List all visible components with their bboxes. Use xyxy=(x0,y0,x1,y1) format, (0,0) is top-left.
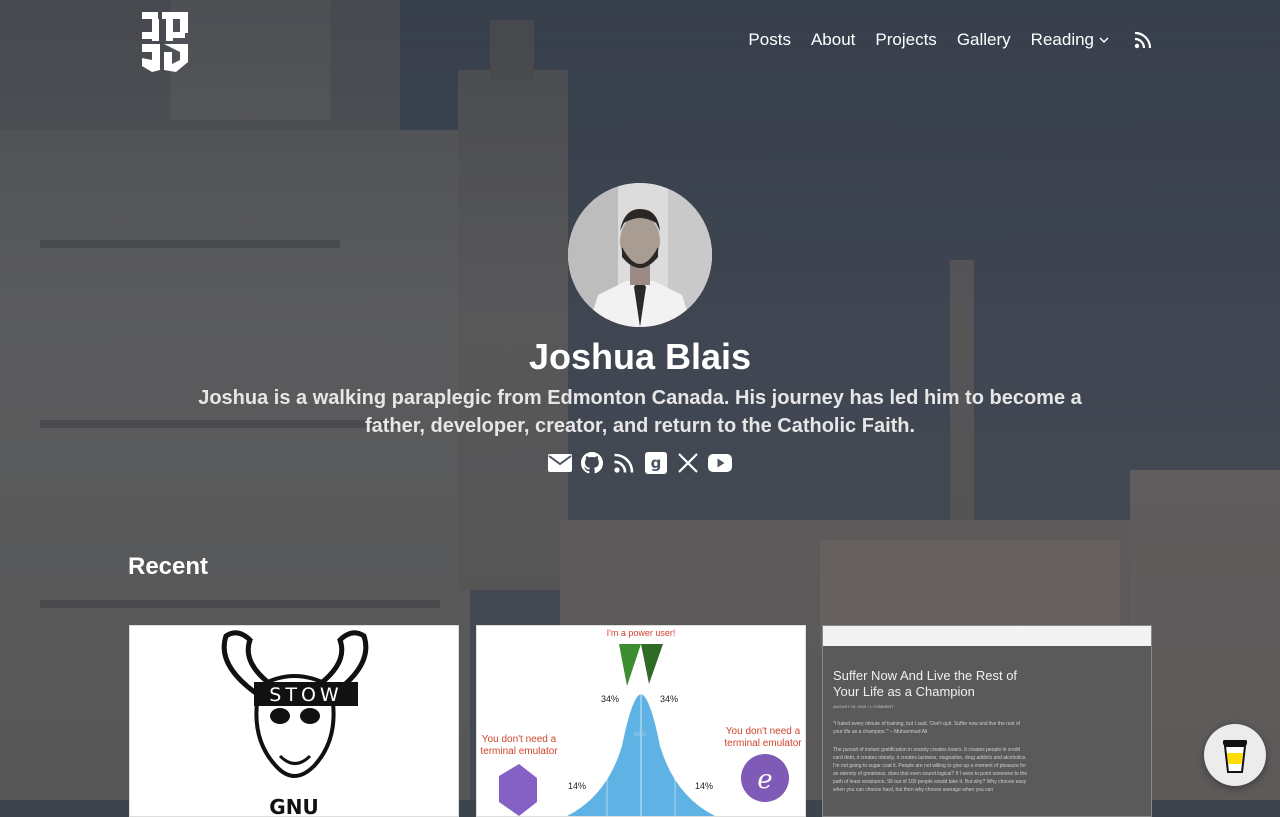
nav-rss-link[interactable] xyxy=(1134,31,1152,49)
nav-about[interactable]: About xyxy=(811,30,855,50)
recent-post-card[interactable]: STOW GNU xyxy=(129,625,459,817)
github-link[interactable] xyxy=(580,450,604,476)
buy-me-a-coffee-button[interactable] xyxy=(1204,724,1266,786)
goodreads-link[interactable]: g xyxy=(644,450,668,476)
nav-gallery[interactable]: Gallery xyxy=(957,30,1011,50)
rss-icon xyxy=(614,453,634,473)
pct-center: 68% xyxy=(634,732,647,738)
avatar xyxy=(568,183,712,327)
rss-link[interactable] xyxy=(612,450,636,476)
recent-post-card[interactable]: Suffer Now And Live the Rest of Your Lif… xyxy=(822,625,1152,817)
recent-heading: Recent xyxy=(128,553,209,580)
bell-curve-meme: e xyxy=(499,644,789,816)
nav-reading-label: Reading xyxy=(1030,30,1094,49)
svg-text:g: g xyxy=(651,454,662,472)
x-link[interactable] xyxy=(676,450,700,476)
recent-post-card[interactable]: I'm a power user! e You don't need a ter… xyxy=(476,625,806,817)
card3-post-quote: "I hated every minute of training, but I… xyxy=(833,721,1021,735)
gnu-stow-thumbnail: STOW GNU xyxy=(130,626,458,816)
card3-post-body: The pursuit of instant gratification in … xyxy=(833,747,1028,793)
meme-left-label: You don't need a terminal emulator xyxy=(480,734,558,757)
jb-logo-icon xyxy=(142,12,188,72)
screenshot-toolbar xyxy=(823,626,1151,646)
profile-bio: Joshua is a walking paraplegic from Edmo… xyxy=(198,387,1082,437)
stow-text: STOW xyxy=(269,684,342,706)
goodreads-icon: g xyxy=(645,452,667,474)
chevron-down-icon xyxy=(1099,37,1109,44)
github-icon xyxy=(581,452,603,474)
youtube-icon xyxy=(708,454,732,472)
youtube-link[interactable] xyxy=(708,450,732,476)
email-icon xyxy=(548,454,572,472)
pct-left-top: 34% xyxy=(601,694,620,704)
pct-left-bottom: 14% xyxy=(568,781,587,791)
coffee-cup-icon xyxy=(1223,740,1247,773)
gnu-text: GNU xyxy=(269,795,318,816)
x-icon xyxy=(678,453,698,473)
meme-right-label: You don't need a terminal emulator xyxy=(724,726,802,749)
nav-posts[interactable]: Posts xyxy=(748,30,791,50)
card3-post-title: Suffer Now And Live the Rest of Your Lif… xyxy=(833,668,1018,699)
svg-text:e: e xyxy=(757,765,772,795)
card3-post-meta: AUGUST 19, 2019 / 1 COMMENT xyxy=(833,704,894,709)
pct-right-top: 34% xyxy=(660,694,679,704)
email-link[interactable] xyxy=(548,450,572,476)
nav-projects[interactable]: Projects xyxy=(875,30,936,50)
nav-reading[interactable]: Reading xyxy=(1031,30,1110,50)
vim-logo-icon xyxy=(619,644,641,686)
rss-icon xyxy=(1134,31,1152,49)
social-links: g xyxy=(0,450,1280,476)
site-logo[interactable] xyxy=(140,10,190,74)
profile-photo xyxy=(568,183,712,327)
main-nav: Posts About Projects Gallery Reading xyxy=(748,30,1152,50)
visual-studio-logo-icon xyxy=(499,764,537,816)
profile-name: Joshua Blais xyxy=(528,336,752,377)
pct-right-bottom: 14% xyxy=(695,781,714,791)
